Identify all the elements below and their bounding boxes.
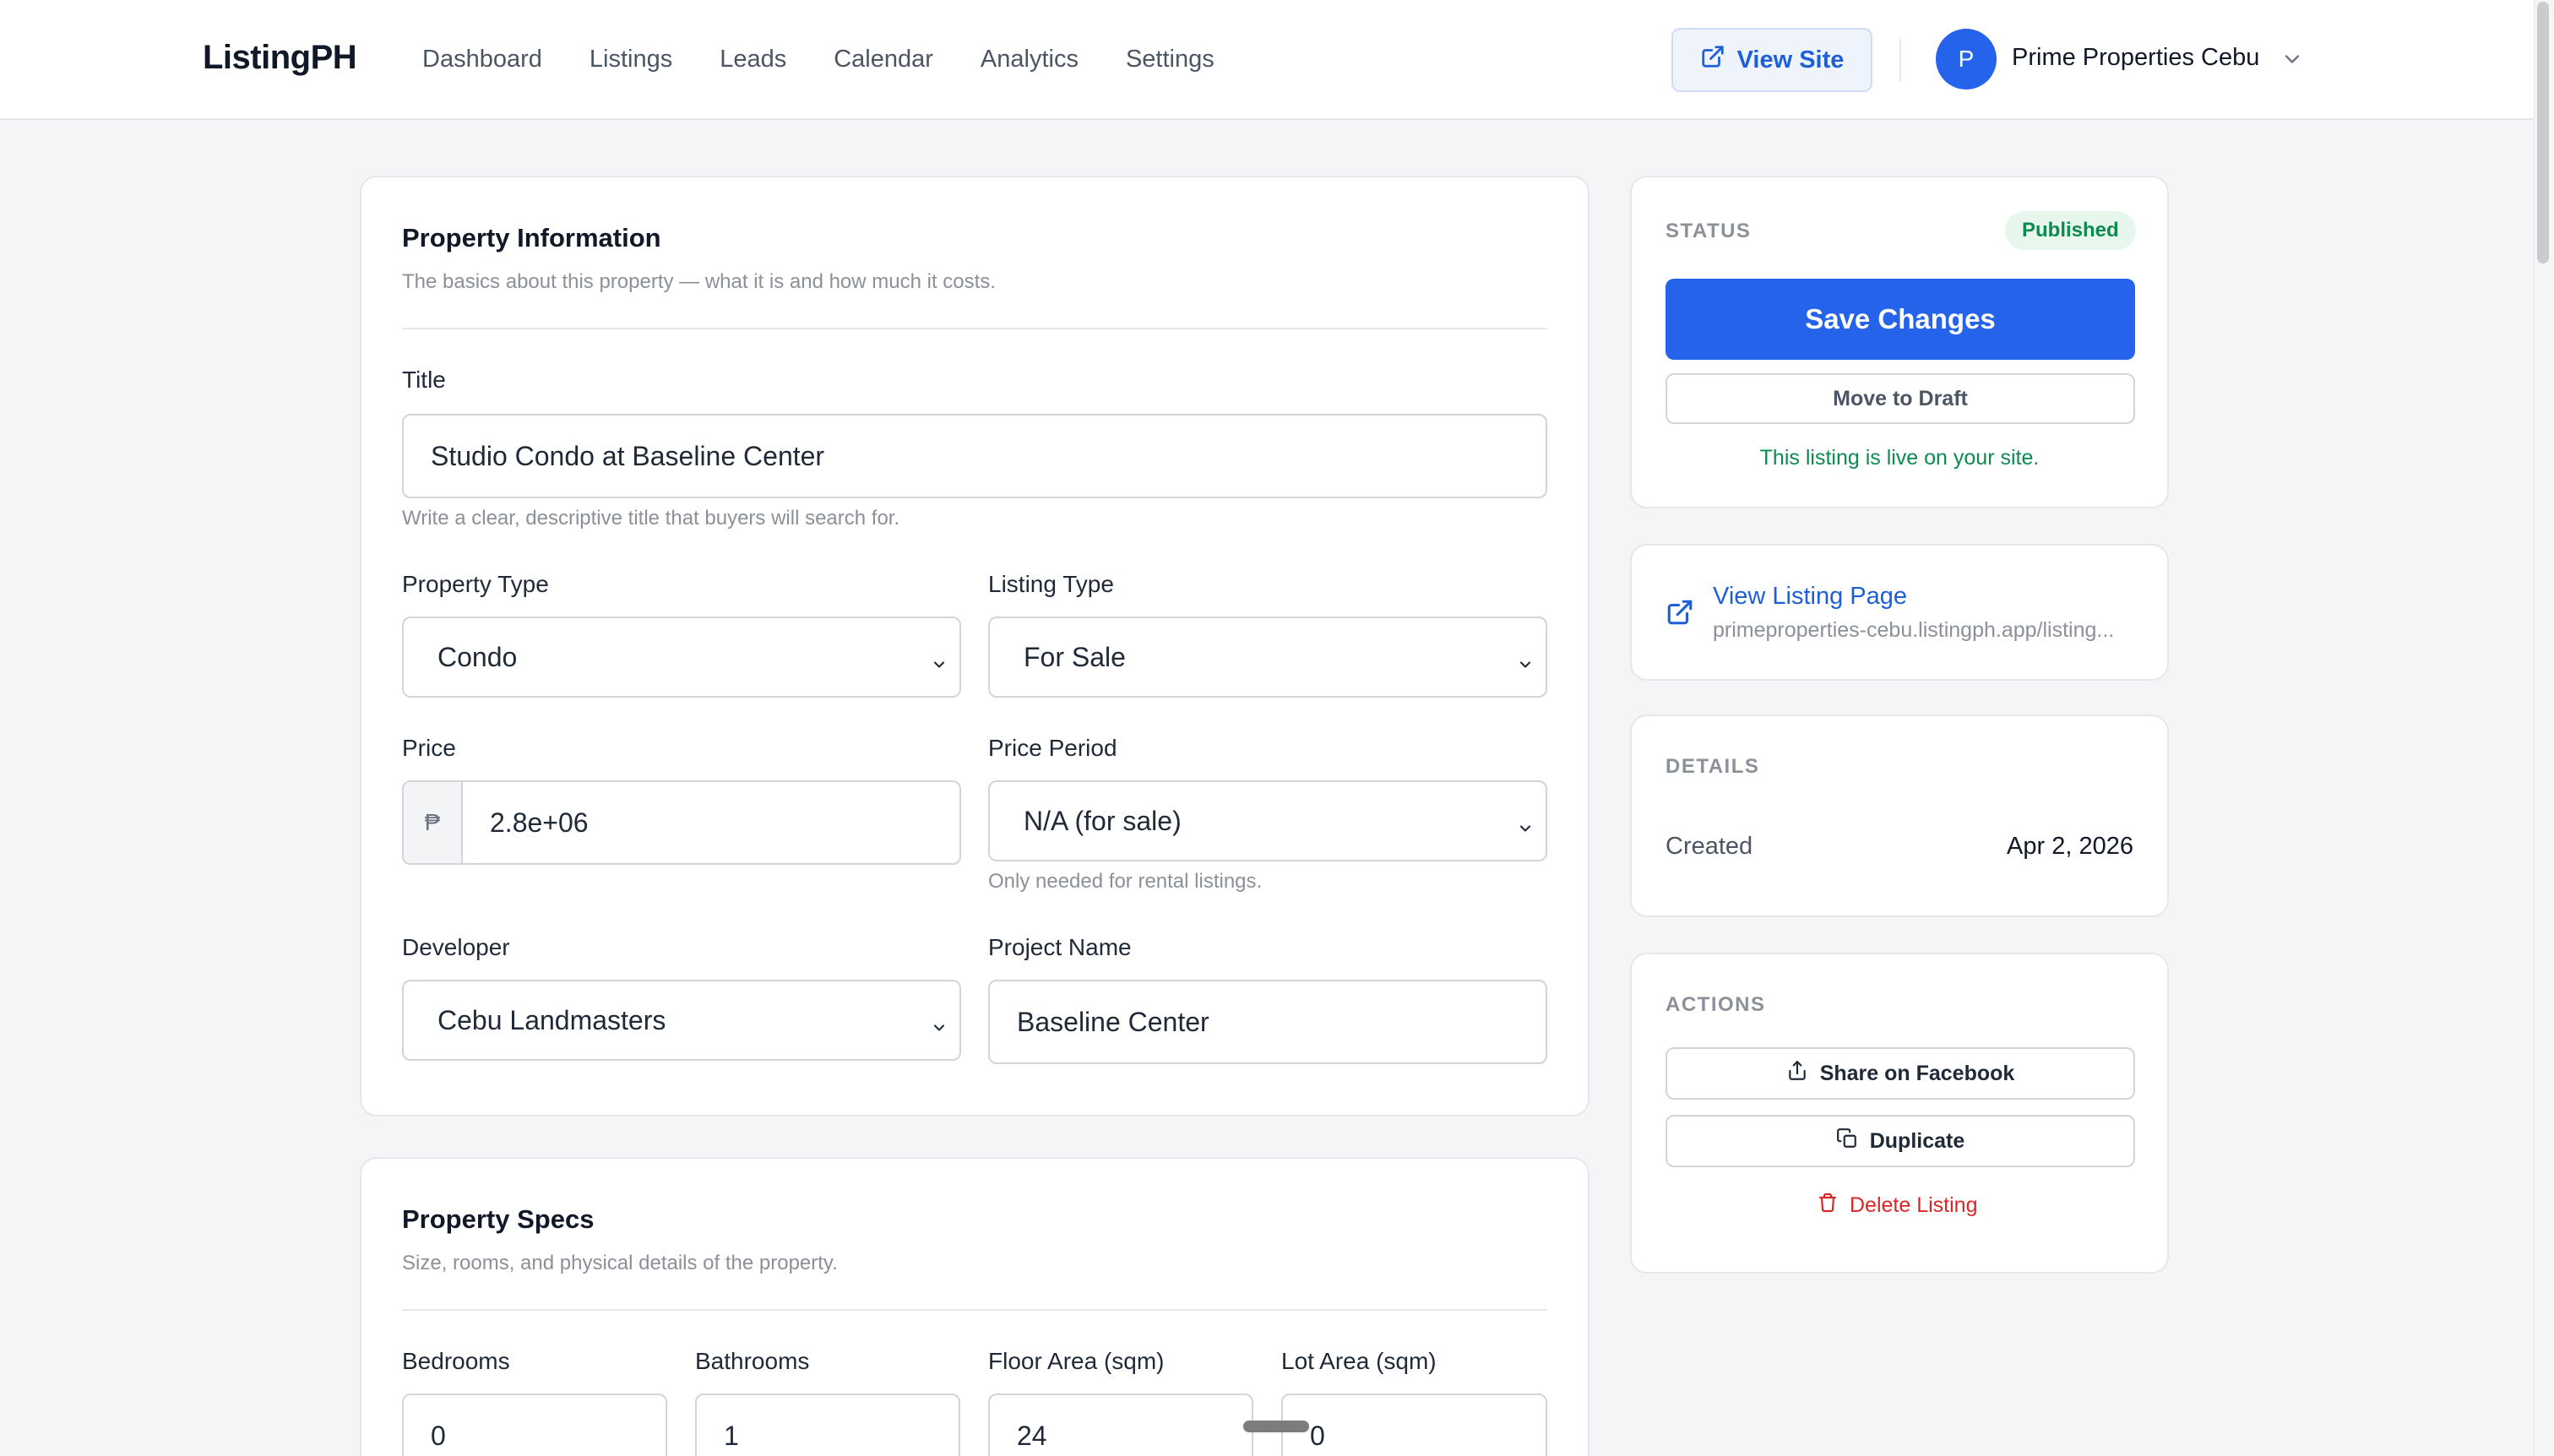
floor-area-input[interactable]: 24 [988,1394,1253,1456]
header-divider [1899,39,1901,81]
property-information-card: Property Information The basics about th… [360,176,1589,1116]
drag-handle[interactable] [1243,1421,1309,1432]
created-label: Created [1666,833,1753,860]
delete-listing-button[interactable]: Delete Listing [1818,1193,1977,1219]
developer-label: Developer [402,934,510,960]
price-label: Price [402,735,456,761]
external-link-icon [1700,44,1725,76]
project-name-label: Project Name [988,934,1132,960]
price-input[interactable]: ₱ 2.8e+06 [402,780,961,865]
bathrooms-input[interactable]: 1 [695,1394,960,1456]
chevron-down-icon [1517,812,1534,832]
nav-listings[interactable]: Listings [590,44,672,74]
section-title: Property Information [402,223,661,253]
duplicate-button[interactable]: Duplicate [1666,1115,2135,1167]
title-hint: Write a clear, descriptive title that bu… [402,507,900,530]
scrollbar-thumb[interactable] [2537,2,2549,263]
chevron-down-icon [931,1012,948,1031]
share-on-facebook-label: Share on Facebook [1819,1061,2015,1085]
lot-area-value: 0 [1310,1420,1325,1451]
listing-link-card: View Listing Page primeproperties-cebu.l… [1630,544,2169,681]
chevron-down-icon [1517,649,1534,668]
developer-value: Cebu Landmasters [437,1004,666,1035]
nav-leads[interactable]: Leads [720,44,786,74]
details-card: DETAILS Created Apr 2, 2026 [1630,714,2169,917]
created-value: Apr 2, 2026 [2007,833,2133,860]
section-divider [402,1309,1547,1311]
bedrooms-label: Bedrooms [402,1348,510,1374]
section-subtitle: Size, rooms, and physical details of the… [402,1252,838,1274]
bathrooms-value: 1 [724,1420,739,1451]
lot-area-input[interactable]: 0 [1281,1394,1547,1456]
floor-area-label: Floor Area (sqm) [988,1348,1165,1374]
details-caption: DETAILS [1666,755,1760,778]
price-input-value: 2.8e+06 [490,807,589,838]
avatar[interactable]: P [1936,29,1997,90]
share-icon [1786,1060,1808,1088]
property-type-select[interactable]: Condo [402,617,961,698]
external-link-icon[interactable] [1666,598,1694,631]
live-status-note: This listing is live on your site. [1759,446,2040,470]
lot-area-label: Lot Area (sqm) [1281,1348,1437,1374]
project-name-input[interactable]: Baseline Center [988,980,1547,1064]
title-input-value: Studio Condo at Baseline Center [431,440,825,471]
price-period-hint: Only needed for rental listings. [988,870,1263,893]
top-navigation-bar: ListingPH Dashboard Listings Leads Calen… [0,0,2534,120]
chevron-down-icon[interactable] [2280,47,2304,71]
move-to-draft-button[interactable]: Move to Draft [1666,373,2135,424]
title-input[interactable]: Studio Condo at Baseline Center [402,414,1547,498]
section-title: Property Specs [402,1204,595,1234]
share-on-facebook-button[interactable]: Share on Facebook [1666,1047,2135,1100]
section-divider [402,328,1547,329]
bedrooms-input[interactable]: 0 [402,1394,667,1456]
copy-icon [1836,1127,1858,1155]
view-site-button[interactable]: View Site [1671,28,1872,92]
status-badge: Published [2005,211,2136,250]
app-page: ListingPH Dashboard Listings Leads Calen… [0,0,2534,1456]
price-period-label: Price Period [988,735,1117,761]
duplicate-label: Duplicate [1869,1128,1965,1153]
listing-type-value: For Sale [1024,641,1126,672]
brand-logo[interactable]: ListingPH [203,39,357,77]
floor-area-value: 24 [1017,1420,1047,1451]
listing-type-label: Listing Type [988,571,1114,597]
actions-card: ACTIONS Share on Facebook Duplicate Dele… [1630,953,2169,1274]
price-period-value: N/A (for sale) [1024,805,1182,836]
nav-analytics[interactable]: Analytics [981,44,1079,74]
developer-select[interactable]: Cebu Landmasters [402,980,961,1061]
nav-calendar[interactable]: Calendar [834,44,933,74]
listing-url: primeproperties-cebu.listingph.app/listi… [1713,618,2115,642]
view-site-label: View Site [1736,46,1845,73]
bedrooms-value: 0 [431,1420,446,1451]
listing-type-select[interactable]: For Sale [988,617,1547,698]
property-specs-card: Property Specs Size, rooms, and physical… [360,1157,1589,1456]
project-name-value: Baseline Center [1017,1006,1209,1037]
delete-listing-label: Delete Listing [1850,1193,1978,1217]
price-period-select[interactable]: N/A (for sale) [988,780,1547,861]
chevron-down-icon [931,649,948,668]
save-changes-button[interactable]: Save Changes [1666,279,2135,360]
actions-caption: ACTIONS [1666,993,1766,1016]
org-name[interactable]: Prime Properties Cebu [2012,44,2259,72]
property-type-label: Property Type [402,571,549,597]
bathrooms-label: Bathrooms [695,1348,810,1374]
title-label: Title [402,367,446,393]
status-caption: STATUS [1666,220,1752,242]
property-type-value: Condo [437,641,518,672]
main-nav: Dashboard Listings Leads Calendar Analyt… [422,44,1262,74]
currency-prefix: ₱ [404,782,463,863]
view-listing-page-link[interactable]: View Listing Page [1713,583,1907,611]
section-subtitle: The basics about this property — what it… [402,270,996,293]
nav-dashboard[interactable]: Dashboard [422,44,542,74]
trash-icon [1818,1193,1838,1219]
status-card: STATUS Published Save Changes Move to Dr… [1630,176,2169,508]
nav-settings[interactable]: Settings [1126,44,1215,74]
